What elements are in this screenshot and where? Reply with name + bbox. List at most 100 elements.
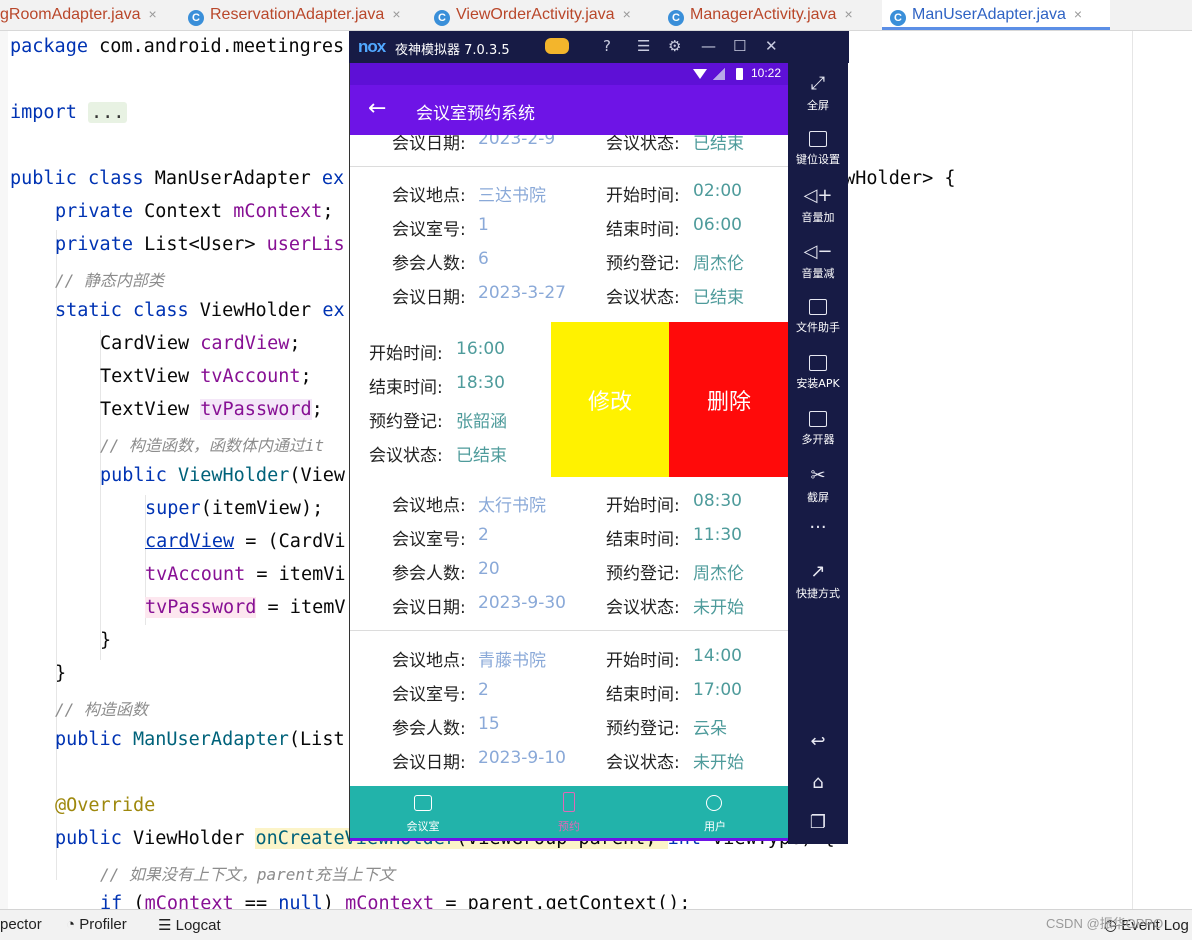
back-arrow-icon[interactable]: ← [368,96,386,121]
volume-down-button[interactable]: ◁− 音量减 [788,243,848,281]
code-line: private List<User> userLis [55,234,345,255]
edit-button[interactable]: 修改 [551,322,669,477]
tab-label: ViewOrderActivity.java [456,6,615,23]
keyboard-settings-button[interactable]: 键位设置 [788,131,848,167]
tab-view-order-activity[interactable]: C ViewOrderActivity.java × [434,0,631,30]
android-home-button[interactable]: ⌂ [788,774,848,792]
tab-label: ManUserAdapter.java [912,6,1066,23]
close-icon[interactable]: × [149,6,157,22]
minimize-icon[interactable]: — [701,37,716,55]
date-label: 会议日期: [392,288,466,308]
install-apk-button[interactable]: 安装APK [788,355,848,391]
code-line: cardView = (CardVi [145,531,346,552]
people-label: 参会人数: [392,719,466,739]
volume-up-button[interactable]: ◁+ 音量加 [788,187,848,225]
room-label: 会议室号: [392,220,466,240]
menu-icon[interactable]: ☰ [637,37,650,55]
nav-user[interactable]: 用户 [642,786,788,838]
help-icon[interactable]: ? [603,37,611,55]
tab-reservation-adapter[interactable]: C ReservationAdapter.java × [188,0,401,30]
code-comment: // 构造函数 [55,700,148,719]
shortcut-button[interactable]: ↗ 快捷方式 [788,563,848,601]
settings-gear-icon[interactable]: ⚙ [668,37,681,55]
reservation-card[interactable]: 会议地点: 太行书院 会议室号: 2 参会人数: 20 会议日期: 2023-9… [350,477,788,627]
start-label: 开始时间: [606,186,680,206]
reservation-card[interactable]: 会议地点: 青藤书院 会议室号: 2 参会人数: 15 会议日期: 2023-9… [350,632,788,782]
multi-instance-icon [809,411,827,427]
reservation-card[interactable]: 会议地点: 三达书院 会议室号: 1 参会人数: 6 会议日期: 2023-3-… [350,167,788,317]
booker-value: 张韶涵 [456,412,507,432]
tab-label: gRoomAdapter.java [0,6,141,23]
bottom-navigation: 会议室 预约 用户 [350,786,789,838]
status-label: 会议状态: [606,288,680,308]
logcat-tool-button[interactable]: ☰ Logcat [158,916,221,934]
volume-down-icon: ◁− [803,241,833,262]
code-line: } [55,663,67,684]
status-value: 未开始 [693,753,744,773]
start-value: 14:00 [693,646,742,666]
multi-instance-button[interactable]: 多开器 [788,411,848,447]
tab-man-user-adapter[interactable]: C ManUserAdapter.java × [882,0,1110,30]
date-value: 2023-9-10 [478,748,566,768]
inspector-tool-button[interactable]: pector [0,916,42,933]
code-line: CardView cardView; [100,333,301,354]
end-label: 结束时间: [606,685,680,705]
java-class-icon: C [188,10,204,26]
status-bar: 10:22 [350,63,789,85]
folded-imports[interactable]: ... [87,102,128,123]
end-label: 结束时间: [606,220,680,240]
code-annotation: @Override [55,795,156,816]
file-assistant-button[interactable]: 文件助手 [788,299,848,335]
start-value: 08:30 [693,491,742,511]
reservation-card[interactable]: 会议日期: 2023-2-9 会议状态: 已结束 [350,135,788,157]
tool-window-bar: pector ◔ Profiler ☰ Logcat ◷ Event Log [0,909,1192,940]
nav-reservation[interactable]: 预约 [496,786,642,838]
people-label: 参会人数: [392,254,466,274]
end-value: 06:00 [693,215,742,235]
emulator-title-bar[interactable]: nox 夜神模拟器 7.0.3.5 ? ☰ ⚙ — ☐ ✕ « [349,31,849,63]
people-value: 20 [478,559,500,579]
close-icon[interactable]: × [844,6,852,22]
status-label: 会议状态: [606,598,680,618]
file-assistant-icon [809,299,827,315]
code-line: } [100,630,112,651]
date-value: 2023-2-9 [478,135,556,149]
close-icon[interactable]: × [623,6,631,22]
profiler-tool-button[interactable]: ◔ Profiler [66,916,127,933]
maximize-icon[interactable]: ☐ [733,37,746,55]
recent-apps-icon: ❐ [809,812,827,833]
tab-room-adapter[interactable]: gRoomAdapter.java × [0,0,157,30]
user-icon [706,795,722,811]
shortcut-icon: ↗ [810,561,826,582]
code-comment: // 如果没有上下文，parent充当上下文 [100,865,395,884]
app-toolbar: ← 会议室预约系统 [350,85,789,135]
close-icon[interactable]: × [1074,6,1082,22]
tab-label: ReservationAdapter.java [210,6,385,23]
screenshot-button[interactable]: ✂ 截屏 [788,467,848,505]
nav-meeting-room[interactable]: 会议室 [350,786,496,838]
status-clock: 10:22 [750,66,781,80]
code-line: tvPassword = itemV [145,597,346,618]
booker-label: 预约登记: [606,564,680,584]
close-icon[interactable]: ✕ [765,37,778,55]
java-class-icon: C [890,10,906,26]
more-button[interactable]: ··· [788,519,848,537]
app-title: 会议室预约系统 [416,104,535,124]
android-back-button[interactable]: ↩ [788,733,848,751]
code-comment: // 构造函数，函数体内通过it [100,436,325,455]
code-line: public ViewHolder(View [100,465,346,486]
room-value: 2 [478,680,489,700]
fullscreen-button[interactable]: ⤢ 全屏 [788,75,848,113]
emulator-sidebar: ⤢ 全屏 键位设置 ◁+ 音量加 ◁− 音量减 文件助手 安装APK 多开器 ✂… [788,31,848,844]
keyboard-icon [809,131,827,147]
location-value: 青藤书院 [478,651,546,671]
status-value: 已结束 [693,288,744,308]
android-recent-button[interactable]: ❐ [788,814,848,832]
delete-button[interactable]: 删除 [669,322,789,477]
tab-manager-activity[interactable]: C ManagerActivity.java × [668,0,853,30]
status-value: 已结束 [456,446,507,466]
close-icon[interactable]: × [392,6,400,22]
gamepad-icon[interactable] [545,38,569,54]
people-value: 15 [478,714,500,734]
end-value: 17:00 [693,680,742,700]
